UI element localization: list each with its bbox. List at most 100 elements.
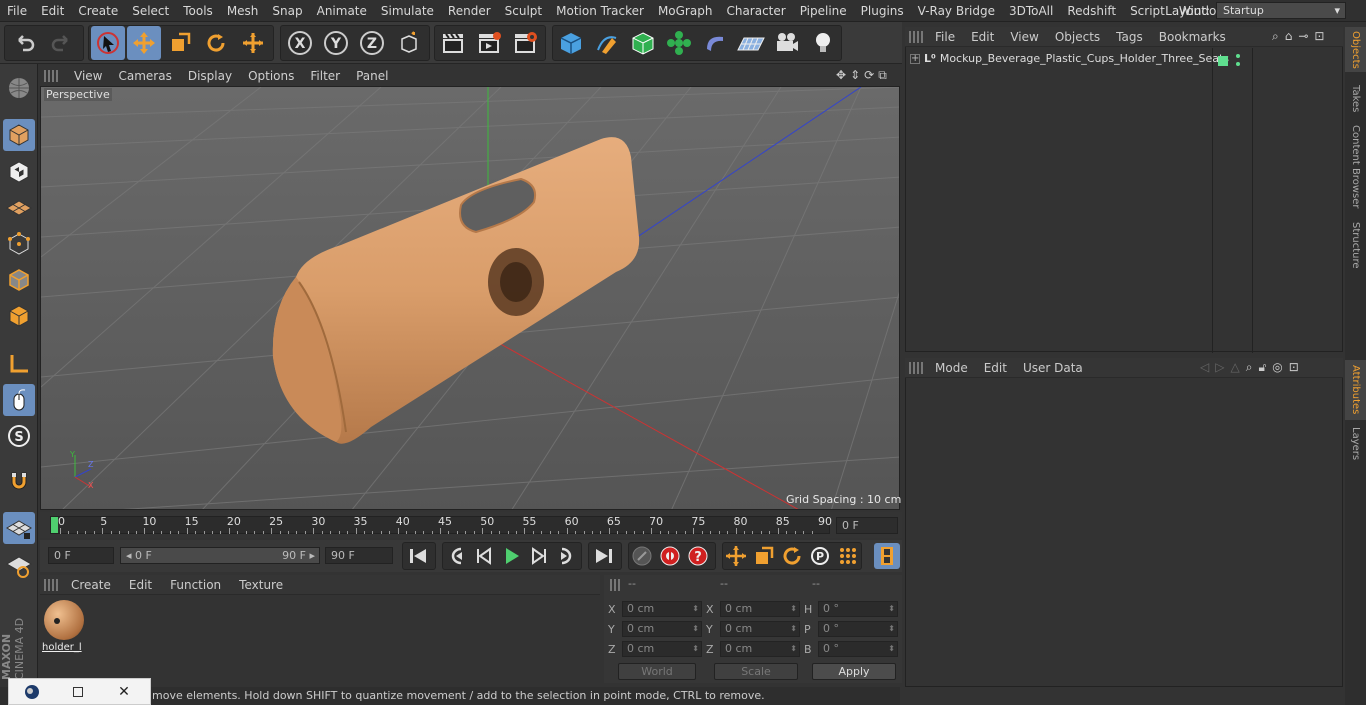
next-frame-button[interactable] (527, 546, 549, 569)
menu-item-pipeline[interactable]: Pipeline (793, 4, 854, 18)
edges-mode-button[interactable] (3, 264, 35, 296)
rotation-field[interactable]: 0 ° (818, 641, 898, 657)
texture-mode-button[interactable] (3, 156, 35, 188)
search-icon[interactable]: ⌕ (1246, 360, 1253, 375)
key-parameter-button[interactable]: P (809, 545, 831, 570)
forward-arrow-icon[interactable]: ▷ (1215, 360, 1224, 375)
add-cube-button[interactable] (554, 26, 588, 60)
add-cloner-button[interactable] (662, 26, 696, 60)
attributes-menu-user-data[interactable]: User Data (1015, 361, 1091, 375)
objects-menu-tags[interactable]: Tags (1108, 30, 1151, 44)
play-button[interactable] (500, 546, 522, 569)
lock-icon[interactable]: 🔓︎ (1258, 360, 1266, 375)
menu-item-sculpt[interactable]: Sculpt (498, 4, 549, 18)
live-selection-button[interactable] (91, 26, 125, 60)
position-field[interactable]: 0 cm (622, 621, 702, 637)
orbit-icon[interactable]: ⟳ (864, 68, 874, 83)
key-rotation-button[interactable] (781, 545, 803, 570)
tab-layers[interactable]: Layers (1345, 424, 1366, 464)
timeline-ruler[interactable]: 0 5 10 15 20 25 30 35 40 45 50 55 60 65 70 75 80 85 90 0 F (40, 512, 902, 538)
new-window-icon[interactable]: ⊡ (1289, 360, 1299, 375)
menu-item-v-ray-bridge[interactable]: V-Ray Bridge (911, 4, 1002, 18)
model-mode-button[interactable] (3, 119, 35, 151)
layout-dropdown[interactable]: Startup (1216, 2, 1346, 19)
objects-menu-file[interactable]: File (927, 30, 963, 44)
rotation-field[interactable]: 0 ° (818, 601, 898, 617)
new-window-icon[interactable]: ⊡ (1314, 29, 1324, 44)
pan-icon[interactable]: ✥ (836, 68, 846, 83)
axis-mode-button[interactable] (3, 348, 35, 380)
close-button[interactable]: ✕ (101, 679, 147, 704)
menu-item-motion-tracker[interactable]: Motion Tracker (549, 4, 651, 18)
goto-start-button[interactable] (407, 546, 429, 569)
prev-frame-button[interactable] (474, 546, 496, 569)
tab-takes[interactable]: Takes (1345, 79, 1366, 119)
rotation-field[interactable]: 0 ° (818, 621, 898, 637)
record-button[interactable] (659, 545, 681, 570)
add-subdivision-button[interactable] (626, 26, 660, 60)
menu-item-3dtoall[interactable]: 3DToAll (1002, 4, 1060, 18)
autokey-button[interactable]: ? (687, 545, 709, 570)
arrow-left-icon[interactable]: ⊸ (1298, 29, 1308, 44)
coordinate-system-button[interactable] (392, 26, 426, 60)
size-field[interactable]: 0 cm (720, 601, 800, 617)
search-icon[interactable]: ⌕ (1272, 29, 1279, 44)
position-field[interactable]: 0 cm (622, 641, 702, 657)
material-menu-texture[interactable]: Texture (230, 578, 292, 592)
render-view-button[interactable] (436, 26, 470, 60)
menu-item-select[interactable]: Select (125, 4, 176, 18)
make-editable-button[interactable] (3, 72, 35, 104)
add-camera-button[interactable] (770, 26, 804, 60)
attributes-menu-mode[interactable]: Mode (927, 361, 976, 375)
home-icon[interactable]: ⌂ (1285, 29, 1293, 44)
apply-button[interactable]: Apply (812, 663, 896, 680)
start-frame-field[interactable]: 0 F (48, 547, 114, 564)
size-field[interactable]: 0 cm (720, 641, 800, 657)
material-menu-create[interactable]: Create (62, 578, 120, 592)
material-menu-function[interactable]: Function (161, 578, 230, 592)
layer-color-icon[interactable] (1218, 56, 1228, 66)
menu-item-file[interactable]: File (0, 4, 34, 18)
viewport-menu-display[interactable]: Display (180, 69, 240, 83)
recent-tool-button[interactable] (236, 26, 270, 60)
position-field[interactable]: 0 cm (622, 601, 702, 617)
undo-button[interactable] (8, 26, 42, 60)
render-settings-button[interactable] (508, 26, 542, 60)
back-arrow-icon[interactable]: ◁ (1200, 360, 1209, 375)
tab-structure[interactable]: Structure (1345, 217, 1366, 273)
polygons-mode-button[interactable] (3, 300, 35, 332)
goto-end-button[interactable] (593, 546, 615, 569)
z-axis-button[interactable]: Z (355, 26, 389, 60)
material-menu-edit[interactable]: Edit (120, 578, 161, 592)
workplane-button[interactable] (3, 192, 35, 224)
menu-item-simulate[interactable]: Simulate (374, 4, 441, 18)
move-button[interactable] (127, 26, 161, 60)
tweak-mode-button[interactable] (3, 384, 35, 416)
menu-item-create[interactable]: Create (71, 4, 125, 18)
menu-item-plugins[interactable]: Plugins (854, 4, 911, 18)
editor-visibility-dot[interactable] (1236, 54, 1240, 58)
y-axis-button[interactable]: Y (319, 26, 353, 60)
render-visibility-dot[interactable] (1236, 62, 1240, 66)
tab-attributes[interactable]: Attributes (1345, 360, 1366, 420)
keyframe-selection-button[interactable] (631, 545, 653, 570)
current-frame-field[interactable]: 0 F (836, 517, 898, 534)
solo-mode-button[interactable]: S (3, 420, 35, 452)
add-light-button[interactable] (806, 26, 840, 60)
size-field[interactable]: 0 cm (720, 621, 800, 637)
redo-button[interactable] (44, 26, 78, 60)
add-floor-button[interactable] (734, 26, 768, 60)
scale-button[interactable] (163, 26, 197, 60)
menu-item-animate[interactable]: Animate (310, 4, 374, 18)
menu-item-character[interactable]: Character (719, 4, 792, 18)
end-frame-field[interactable]: 90 F (325, 547, 393, 564)
coord-system-dropdown[interactable]: World (618, 663, 696, 680)
prev-key-button[interactable] (446, 546, 468, 569)
viewport-menu-panel[interactable]: Panel (348, 69, 396, 83)
size-mode-dropdown[interactable]: Scale (714, 663, 798, 680)
material-slot[interactable]: holder_l (42, 598, 86, 656)
expand-plus-icon[interactable]: + (910, 53, 920, 64)
objects-menu-bookmarks[interactable]: Bookmarks (1151, 30, 1234, 44)
objects-menu-objects[interactable]: Objects (1047, 30, 1108, 44)
x-axis-button[interactable]: X (283, 26, 317, 60)
